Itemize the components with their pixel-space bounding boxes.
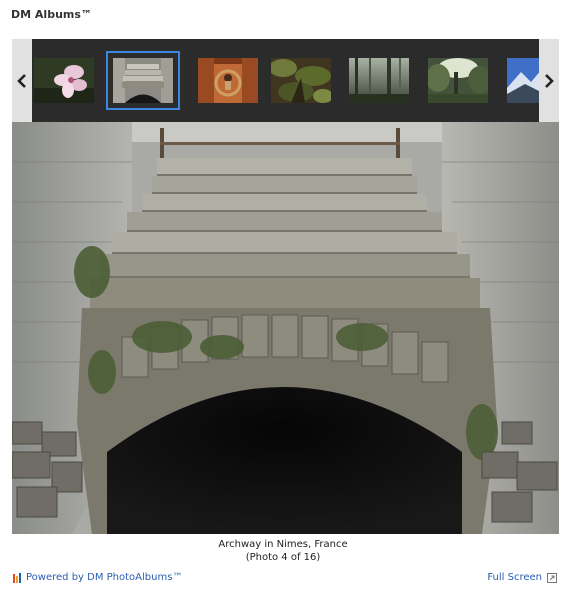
filmstrip — [12, 39, 559, 122]
photo-title: Archway in Nimes, France — [218, 539, 348, 550]
thumbnail-6[interactable] — [428, 58, 488, 103]
thumbnail-4[interactable] — [271, 58, 331, 103]
chevron-right-icon — [545, 73, 554, 88]
photo-caption: Archway in Nimes, France (Photo 4 of 16) — [0, 538, 566, 564]
powered-by-link[interactable]: Powered by DM PhotoAlbums™ — [13, 572, 182, 583]
fullscreen-link[interactable]: Full Screen — [487, 572, 557, 583]
fullscreen-label: Full Screen — [487, 572, 542, 583]
filmstrip-next-button[interactable] — [539, 39, 559, 122]
photoalbums-logo-icon — [13, 572, 21, 583]
main-photo[interactable] — [12, 122, 559, 534]
thumbnail-strip — [32, 39, 539, 122]
app-title: DM Albums™ — [11, 8, 92, 21]
filmstrip-prev-button[interactable] — [12, 39, 32, 122]
thumbnail-3[interactable] — [198, 58, 258, 103]
powered-by-label: Powered by DM PhotoAlbums™ — [26, 572, 183, 583]
photo-counter: (Photo 4 of 16) — [245, 552, 321, 563]
thumbnail-1[interactable] — [34, 58, 94, 103]
thumbnail-5[interactable] — [349, 58, 409, 103]
thumbnail-7[interactable] — [507, 58, 539, 103]
chevron-left-icon — [17, 73, 26, 88]
thumbnail-2-selected[interactable] — [106, 51, 180, 110]
expand-icon — [547, 572, 557, 583]
